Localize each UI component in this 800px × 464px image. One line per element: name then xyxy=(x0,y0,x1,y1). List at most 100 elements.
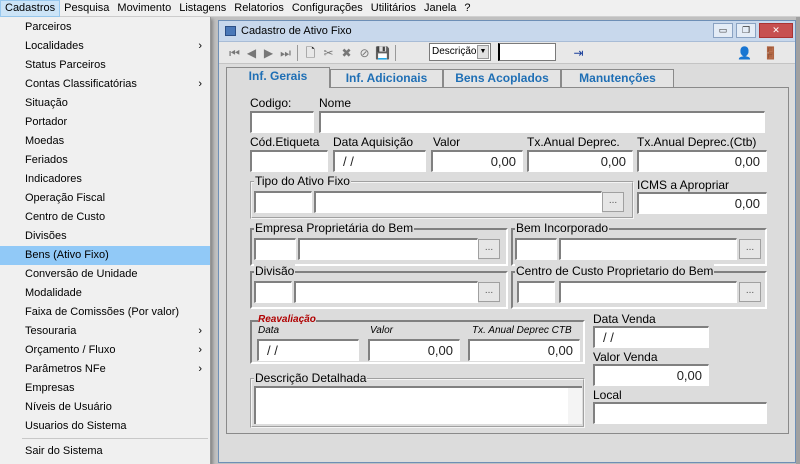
local-input[interactable] xyxy=(593,402,767,424)
ativo-fixo-window: Cadastro de Ativo Fixo ▭ ❐ ✕ ⏮ ◀ ▶ ⏭ 🗋 ✂… xyxy=(218,20,796,463)
reavaliacao-label: Reavaliação xyxy=(258,314,316,325)
descricao-label: Descrição Detalhada xyxy=(254,371,368,385)
menu-item-indicadores[interactable]: Indicadores xyxy=(0,170,210,189)
menu-item-label: Centro de Custo xyxy=(25,211,106,223)
tx-anual-ctb-input[interactable]: 0,00 xyxy=(637,150,767,172)
menu-item-parceiros[interactable]: Parceiros xyxy=(0,18,210,37)
menu-item-centro-de-custo[interactable]: Centro de Custo xyxy=(0,208,210,227)
reavaliacao-group: Reavaliação Data Valor Tx. Anual Deprec … xyxy=(250,314,585,364)
search-input[interactable] xyxy=(498,43,556,61)
menu-item-situacao[interactable]: Situação xyxy=(0,94,210,113)
menu-janela[interactable]: Janela xyxy=(420,0,460,17)
menu-item-orcamento-fluxo[interactable]: Orçamento / Fluxo › xyxy=(0,341,210,360)
delete-icon[interactable]: ✖ xyxy=(339,46,354,60)
tab-inf-adicionais[interactable]: Inf. Adicionais xyxy=(330,69,443,87)
bem-incorporado-code-input[interactable] xyxy=(515,238,557,260)
tab-bens-acoplados[interactable]: Bens Acoplados xyxy=(443,69,561,87)
menu-item-parametros-nfe[interactable]: Parâmetros NFe › xyxy=(0,360,210,379)
close-button[interactable]: ✕ xyxy=(759,23,793,38)
restore-button[interactable]: ❐ xyxy=(736,23,756,38)
menu-item-usuarios-sistema[interactable]: Usuarios do Sistema xyxy=(0,417,210,436)
bem-incorporado-desc-input[interactable] xyxy=(559,238,737,260)
window-titlebar[interactable]: Cadastro de Ativo Fixo ▭ ❐ ✕ xyxy=(219,21,795,42)
menu-item-label: Bens (Ativo Fixo) xyxy=(25,249,109,261)
menu-item-label: Parceiros xyxy=(25,21,72,33)
tx-anual-input[interactable]: 0,00 xyxy=(527,150,633,172)
tipo-ativo-desc-input[interactable] xyxy=(314,191,602,213)
data-venda-input[interactable]: / / xyxy=(593,326,709,348)
nome-input[interactable] xyxy=(319,111,765,133)
menu-item-niveis-usuario[interactable]: Níveis de Usuário xyxy=(0,398,210,417)
valor-input[interactable]: 0,00 xyxy=(431,150,523,172)
menu-item-empresas[interactable]: Empresas xyxy=(0,379,210,398)
reav-valor-input[interactable]: 0,00 xyxy=(368,339,460,361)
menu-item-modalidade[interactable]: Modalidade xyxy=(0,284,210,303)
menu-item-label: Modalidade xyxy=(25,287,82,299)
sort-field-select[interactable]: Descrição ▼ xyxy=(429,43,491,61)
menu-configuracoes[interactable]: Configurações xyxy=(288,0,367,17)
empresa-desc-input[interactable] xyxy=(298,238,478,260)
next-record-icon[interactable]: ▶ xyxy=(261,46,276,60)
reav-tx-input[interactable]: 0,00 xyxy=(468,339,580,361)
edit-icon[interactable]: ✂ xyxy=(321,46,336,60)
divisao-code-input[interactable] xyxy=(254,281,292,303)
empresa-lookup-button[interactable]: ... xyxy=(478,239,500,259)
divisao-desc-input[interactable] xyxy=(294,281,478,303)
menu-item-bens-ativo-fixo[interactable]: Bens (Ativo Fixo) xyxy=(0,246,210,265)
menu-item-conversao-unidade[interactable]: Conversão de Unidade xyxy=(0,265,210,284)
menu-help[interactable]: ? xyxy=(460,0,474,17)
cod-etiqueta-input[interactable] xyxy=(250,150,328,172)
menu-pesquisa[interactable]: Pesquisa xyxy=(60,0,113,17)
centro-custo-lookup-button[interactable]: ... xyxy=(739,282,761,302)
menu-item-status-parceiros[interactable]: Status Parceiros xyxy=(0,56,210,75)
cancel-icon[interactable]: ⊘ xyxy=(357,46,372,60)
menu-item-label: Divisões xyxy=(25,230,67,242)
inf-gerais-panel: Codigo: Nome Cód.Etiqueta Data Aquisição… xyxy=(226,87,789,434)
user-icon[interactable]: 👤 xyxy=(737,46,752,60)
centro-custo-code-input[interactable] xyxy=(517,281,555,303)
menu-relatorios[interactable]: Relatorios xyxy=(230,0,288,17)
last-record-icon[interactable]: ⏭ xyxy=(278,46,293,60)
centro-custo-desc-input[interactable] xyxy=(559,281,737,303)
menu-item-divisoes[interactable]: Divisões xyxy=(0,227,210,246)
save-icon[interactable]: 💾 xyxy=(375,46,390,60)
empresa-code-input[interactable] xyxy=(254,238,296,260)
first-record-icon[interactable]: ⏮ xyxy=(227,46,242,60)
menu-item-faixa-comissoes[interactable]: Faixa de Comissões (Por valor) xyxy=(0,303,210,322)
menu-utilitarios[interactable]: Utilitários xyxy=(367,0,420,17)
descricao-textarea[interactable] xyxy=(254,386,582,424)
menu-item-label: Situação xyxy=(25,97,68,109)
minimize-button[interactable]: ▭ xyxy=(713,23,733,38)
data-aquisicao-input[interactable]: / / xyxy=(333,150,426,172)
divisao-lookup-button[interactable]: ... xyxy=(478,282,500,302)
menu-listagens[interactable]: Listagens xyxy=(175,0,230,17)
icms-input[interactable]: 0,00 xyxy=(637,192,767,214)
menu-item-moedas[interactable]: Moedas xyxy=(0,132,210,151)
codigo-label: Codigo: xyxy=(250,96,292,110)
previous-record-icon[interactable]: ◀ xyxy=(244,46,259,60)
menu-item-contas-classificatorias[interactable]: Contas Classificatórias › xyxy=(0,75,210,94)
reav-data-input[interactable]: / / xyxy=(257,339,359,361)
tipo-ativo-code-input[interactable] xyxy=(254,191,312,213)
menu-item-feriados[interactable]: Feriados xyxy=(0,151,210,170)
valor-venda-input[interactable]: 0,00 xyxy=(593,364,709,386)
menu-item-operacao-fiscal[interactable]: Operação Fiscal xyxy=(0,189,210,208)
tipo-ativo-label: Tipo do Ativo Fixo xyxy=(254,174,351,188)
bem-incorporado-lookup-button[interactable]: ... xyxy=(739,239,761,259)
descricao-scrollbar[interactable] xyxy=(568,388,582,424)
menu-item-sair[interactable]: Sair do Sistema xyxy=(0,442,210,461)
exit-icon[interactable]: 🚪 xyxy=(763,46,778,60)
menu-cadastros[interactable]: Cadastros xyxy=(0,0,61,17)
tab-inf-gerais[interactable]: Inf. Gerais xyxy=(226,67,330,88)
menu-movimento[interactable]: Movimento xyxy=(113,0,175,17)
codigo-input[interactable] xyxy=(250,111,314,133)
export-icon[interactable]: ⇥ xyxy=(571,46,586,60)
tab-manutencoes[interactable]: Manutenções xyxy=(561,69,674,87)
new-record-icon[interactable]: 🗋 xyxy=(303,46,318,60)
menu-item-localidades[interactable]: Localidades › xyxy=(0,37,210,56)
menu-item-portador[interactable]: Portador xyxy=(0,113,210,132)
menu-item-tesouraria[interactable]: Tesouraria › xyxy=(0,322,210,341)
menu-item-label: Operação Fiscal xyxy=(25,192,106,204)
tipo-ativo-lookup-button[interactable]: ... xyxy=(602,192,624,212)
tx-anual-ctb-label: Tx.Anual Deprec.(Ctb) xyxy=(637,135,757,149)
